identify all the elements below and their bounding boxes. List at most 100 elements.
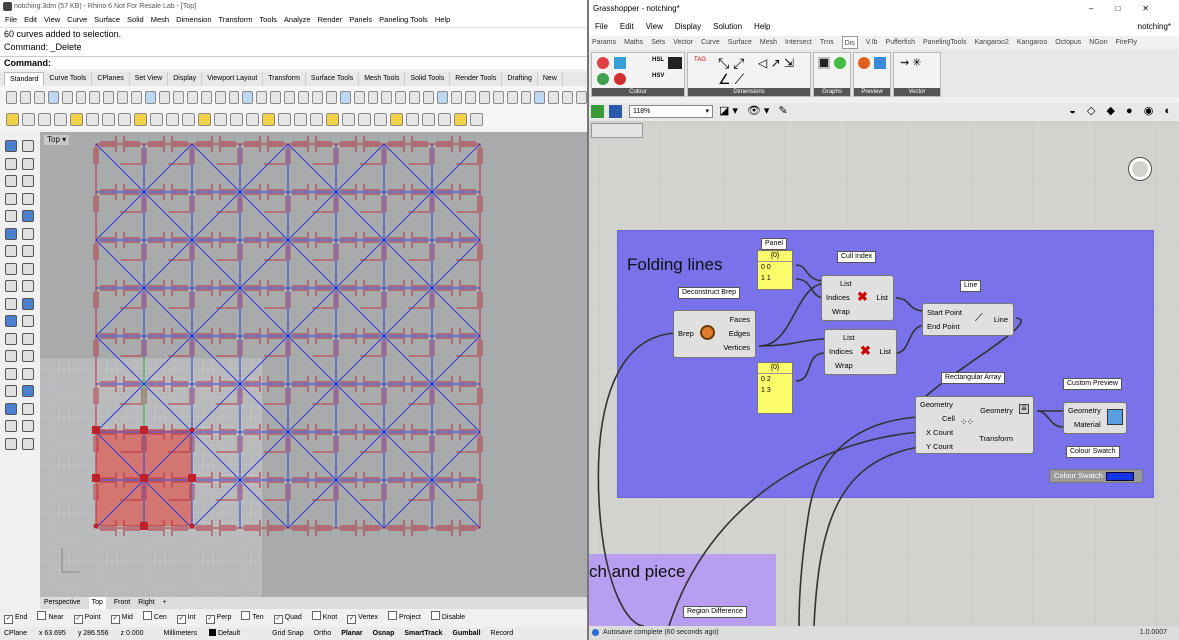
toolbar-button[interactable] <box>520 90 532 104</box>
toolbar-button[interactable] <box>454 112 467 126</box>
tool-icon[interactable] <box>5 420 17 432</box>
window-controls[interactable]: –□✕ <box>1089 0 1171 17</box>
toolbar-button[interactable] <box>409 90 421 104</box>
toolbar-button[interactable] <box>422 112 435 126</box>
tool-icon[interactable] <box>22 332 34 345</box>
input-y-count[interactable]: Y Count <box>926 442 953 451</box>
gh-canvas[interactable]: Folding lines ch and piece Panel {0} 0 0… <box>589 121 1179 626</box>
ribbon-group-graphs[interactable]: Graphs <box>813 52 851 97</box>
layer-indicator[interactable]: Default <box>209 627 240 640</box>
toolbar-button[interactable] <box>228 90 240 104</box>
menu-item-help[interactable]: Help <box>435 13 450 27</box>
cull-index-component[interactable]: List Indices Wrap ✖ List <box>821 275 894 321</box>
tool-icon[interactable] <box>22 350 34 362</box>
tab-standard[interactable]: Standard <box>4 72 45 86</box>
gh-menu-display[interactable]: Display <box>675 17 701 36</box>
toolbar-button[interactable] <box>86 112 99 126</box>
gh-menu-solution[interactable]: Solution <box>713 17 742 36</box>
gh-tab-sets[interactable]: Sets <box>651 36 665 49</box>
save-icon[interactable] <box>609 105 622 118</box>
gh-tab-kangaroo2[interactable]: Kangaroo2 <box>975 36 1009 49</box>
viewport-tab-right[interactable]: Right <box>138 597 154 609</box>
menu-item-curve[interactable]: Curve <box>67 13 87 27</box>
input-list[interactable]: List <box>840 279 852 288</box>
tool-icon[interactable] <box>22 297 34 310</box>
hsl-icon[interactable]: HSL <box>652 57 664 63</box>
toolbar-button[interactable] <box>325 90 337 104</box>
toolbar-button[interactable] <box>534 90 546 104</box>
toolbar-button[interactable] <box>47 90 59 104</box>
osnap-quad[interactable]: Quad <box>274 611 302 625</box>
toolbar-button[interactable] <box>390 112 403 126</box>
top-viewport[interactable] <box>40 132 587 597</box>
toolbar-button[interactable] <box>214 90 226 104</box>
ribbon-group-preview[interactable]: Preview <box>853 52 891 97</box>
status-toggle-ortho[interactable]: Ortho <box>314 627 332 640</box>
open-icon[interactable] <box>591 105 604 118</box>
leader-icon[interactable]: ◁ ↗ ⇲ <box>758 57 794 69</box>
tool-icon[interactable] <box>5 140 17 152</box>
gh-menu-view[interactable]: View <box>646 17 663 36</box>
tool-icon[interactable] <box>5 315 17 327</box>
toolbar-button[interactable] <box>438 112 451 126</box>
tab-new[interactable]: New <box>538 72 563 86</box>
ribbon-group-colour[interactable]: Colour HSL HSV <box>591 52 685 97</box>
toolbar-button[interactable] <box>374 112 387 126</box>
toolbar-button[interactable] <box>406 112 419 126</box>
graph-icon[interactable] <box>818 57 830 69</box>
toolbar-button[interactable] <box>326 112 339 126</box>
output-transform[interactable]: Transform <box>979 434 1013 443</box>
grip-point[interactable] <box>188 474 196 482</box>
tool-icon[interactable] <box>5 402 17 415</box>
tab-render-tools[interactable]: Render Tools <box>450 72 503 86</box>
toolbar-button[interactable] <box>19 90 31 104</box>
output-faces[interactable]: Faces <box>730 315 750 324</box>
toolbar-button[interactable] <box>214 112 227 126</box>
menu-item-tools[interactable]: Tools <box>259 13 277 27</box>
custom-preview-component[interactable]: Geometry Material <box>1063 402 1127 434</box>
grip-point[interactable] <box>140 522 148 530</box>
output-vertices[interactable]: Vertices <box>723 343 750 352</box>
menu-item-file[interactable]: File <box>5 13 17 27</box>
menu-item-mesh[interactable]: Mesh <box>151 13 169 27</box>
pie-icon[interactable] <box>834 57 846 69</box>
tool-icon[interactable] <box>5 297 17 310</box>
gh-tab-mesh[interactable]: Mesh <box>760 36 777 49</box>
tab-mesh-tools[interactable]: Mesh Tools <box>359 72 406 86</box>
osnap-disable[interactable]: Disable <box>431 611 465 625</box>
output-line[interactable]: Line <box>994 315 1008 324</box>
input-geometry[interactable]: Geometry <box>920 400 953 409</box>
tool-icon[interactable] <box>5 280 17 292</box>
panel-component[interactable]: {0} 0 2 1 3 <box>757 362 793 414</box>
input-cell[interactable]: Cell <box>942 414 955 423</box>
gh-tab-curve[interactable]: Curve <box>701 36 720 49</box>
menu-item-solid[interactable]: Solid <box>127 13 144 27</box>
osnap-vertex[interactable]: Vertex <box>347 611 378 625</box>
gh-menu-help[interactable]: Help <box>754 17 770 36</box>
gh-tab-intersect[interactable]: Intersect <box>785 36 812 49</box>
text-tag-icon[interactable]: TAG <box>694 57 706 63</box>
sketch-tools-icon[interactable]: ◪▾ 👁▾ ✎ <box>719 105 791 118</box>
toolbar-button[interactable] <box>548 90 560 104</box>
osnap-end[interactable]: End <box>4 611 27 625</box>
tool-icon[interactable] <box>5 262 17 275</box>
tool-icon[interactable] <box>22 280 34 292</box>
toolbar-button[interactable] <box>145 90 156 104</box>
input-wrap[interactable]: Wrap <box>832 307 850 316</box>
preview-mode-icons[interactable]: ◒ ◇ ◆ ● ◉ ◐ <box>1069 105 1175 118</box>
input-indices[interactable]: Indices <box>829 347 853 356</box>
flatten-icon[interactable]: ⇊ <box>1019 404 1029 414</box>
toolbar-button[interactable] <box>6 112 19 126</box>
corner-point[interactable] <box>189 523 195 529</box>
osnap-perp[interactable]: Perp <box>206 611 232 625</box>
gh-tab-params[interactable]: Params <box>592 36 616 49</box>
toolbar-button[interactable] <box>262 112 275 126</box>
toolbar-button[interactable] <box>278 112 291 126</box>
vector-display-icon[interactable]: ⇝ ✳ <box>900 56 922 69</box>
toolbar-button[interactable] <box>562 90 574 104</box>
toolbar-button[interactable] <box>478 90 490 104</box>
status-toggle-osnap[interactable]: Osnap <box>373 627 395 640</box>
toolbar-button[interactable] <box>298 90 309 104</box>
add-viewport-icon[interactable]: + <box>163 597 167 609</box>
toolbar-button[interactable] <box>576 90 588 104</box>
